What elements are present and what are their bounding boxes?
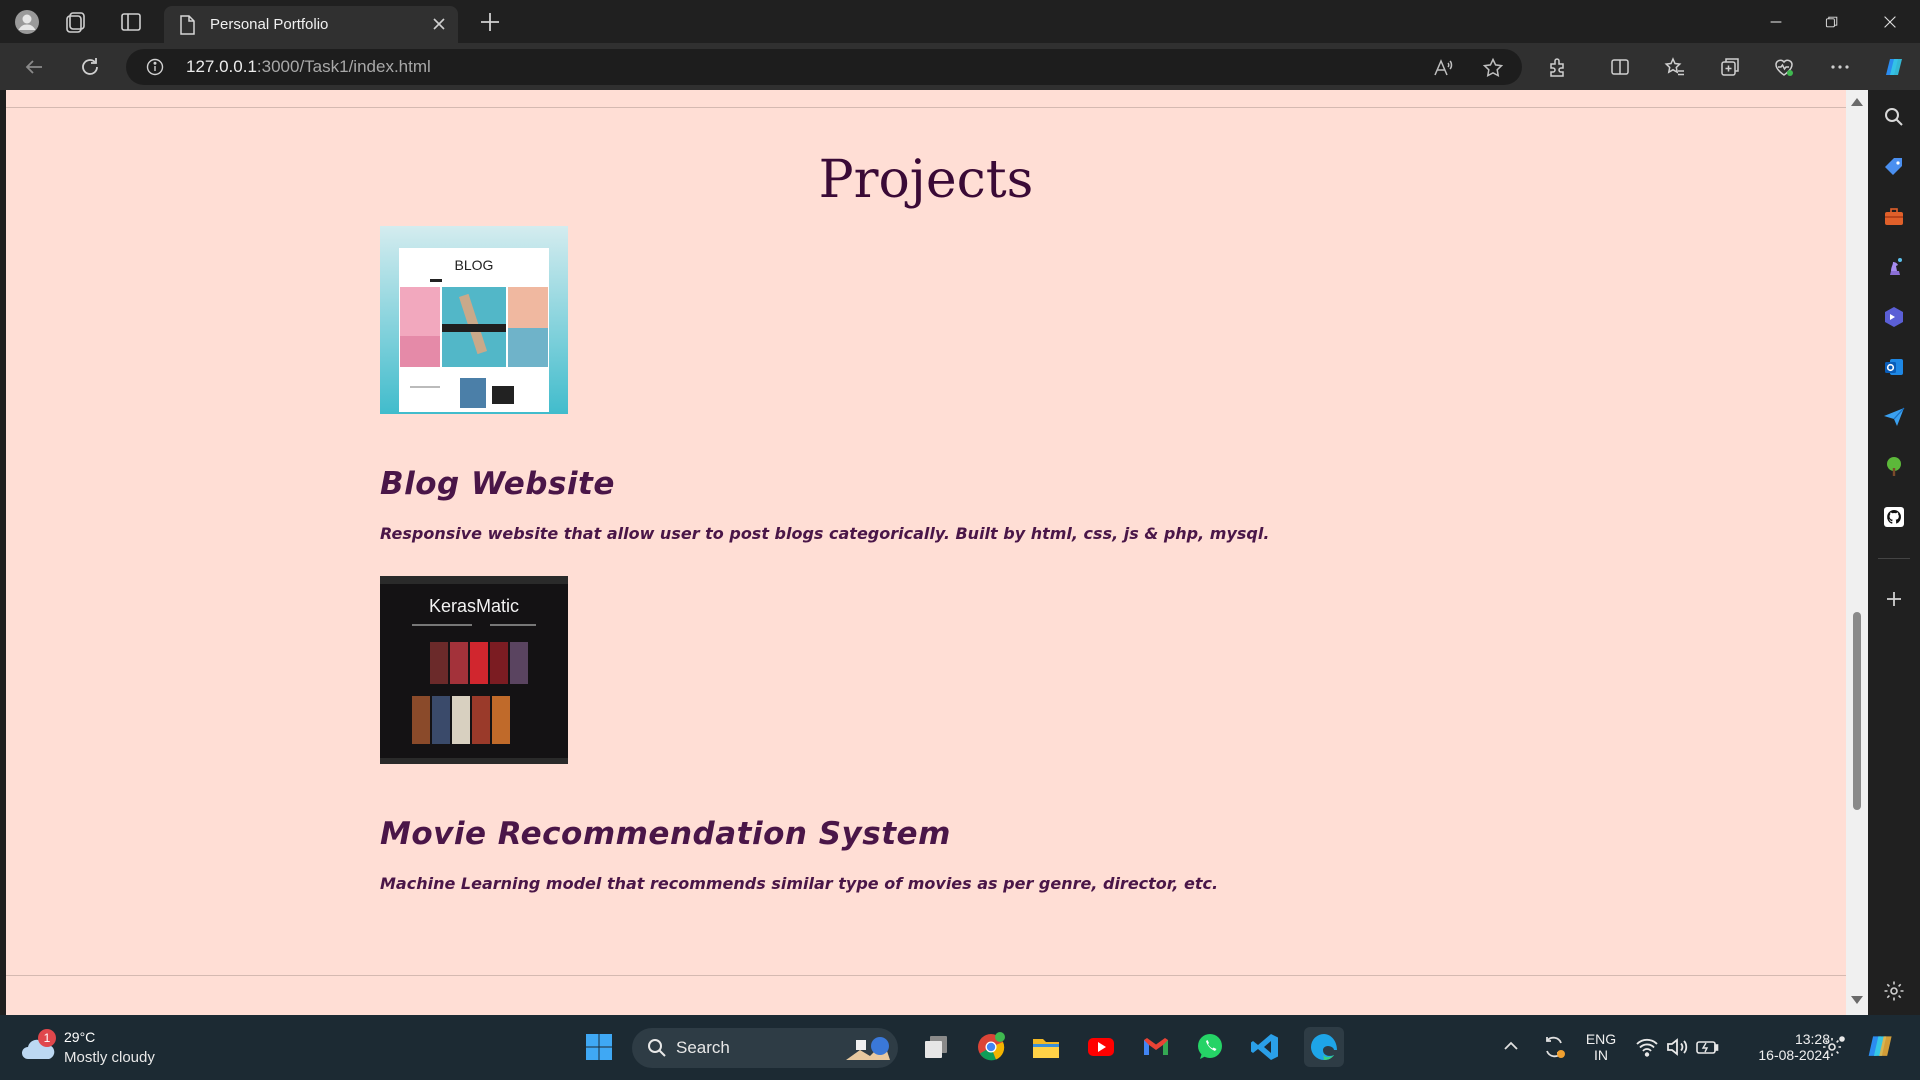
edge-sidebar bbox=[1868, 90, 1920, 1015]
read-aloud-icon[interactable] bbox=[1432, 57, 1454, 79]
windows-taskbar: 1 29°C Mostly cloudy Search ENG IN 13:28… bbox=[0, 1015, 1920, 1080]
tab-title: Personal Portfolio bbox=[210, 16, 329, 33]
sidebar-search-icon[interactable] bbox=[1881, 104, 1907, 130]
tab-personal-portfolio[interactable]: Personal Portfolio bbox=[164, 6, 458, 43]
show-hidden-icons-chevron-icon[interactable] bbox=[1498, 1031, 1524, 1063]
add-sidebar-app-icon[interactable] bbox=[1881, 586, 1907, 612]
vscode-icon[interactable] bbox=[1249, 1031, 1281, 1063]
volume-icon[interactable] bbox=[1664, 1031, 1690, 1063]
scroll-thumb[interactable] bbox=[1853, 612, 1861, 810]
url-host: 127.0.0.1 bbox=[186, 57, 257, 76]
clock-time: 13:28 bbox=[1794, 1031, 1830, 1047]
battery-icon[interactable] bbox=[1694, 1031, 1720, 1063]
project-thumbnail-blog[interactable]: BLOG bbox=[380, 226, 568, 414]
refresh-icon[interactable] bbox=[76, 53, 104, 81]
whatsapp-icon[interactable] bbox=[1194, 1031, 1226, 1063]
close-window-button[interactable] bbox=[1876, 8, 1904, 36]
language-code: ENG bbox=[1585, 1031, 1617, 1047]
address-bar[interactable]: 127.0.0.1:3000/Task1/index.html bbox=[126, 49, 1522, 85]
github-icon[interactable] bbox=[1881, 504, 1907, 530]
project-description: Machine Learning model that recommends s… bbox=[380, 874, 1219, 893]
clock-date: 16-08-2024 bbox=[1758, 1047, 1830, 1063]
browser-essentials-icon[interactable] bbox=[1770, 53, 1798, 81]
profile-avatar-icon[interactable] bbox=[12, 7, 42, 37]
file-explorer-icon[interactable] bbox=[1030, 1031, 1062, 1063]
project-description: Responsive website that allow user to po… bbox=[380, 524, 1270, 543]
tools-briefcase-icon[interactable] bbox=[1881, 204, 1907, 230]
extensions-icon[interactable] bbox=[1544, 53, 1572, 81]
search-icon bbox=[648, 1039, 666, 1057]
gmail-icon[interactable] bbox=[1140, 1031, 1172, 1063]
edge-icon[interactable] bbox=[1304, 1027, 1344, 1067]
bottom-divider bbox=[6, 975, 1846, 976]
outlook-icon[interactable] bbox=[1881, 354, 1907, 380]
weather-temperature: 29°C bbox=[64, 1029, 96, 1045]
favorites-icon[interactable] bbox=[1661, 53, 1689, 81]
shopping-tag-icon[interactable] bbox=[1881, 154, 1907, 180]
workspaces-icon[interactable] bbox=[62, 7, 92, 37]
tree-icon[interactable] bbox=[1881, 454, 1907, 480]
project-title: Blog Website bbox=[380, 466, 615, 502]
chrome-icon[interactable] bbox=[975, 1031, 1007, 1063]
split-screen-icon[interactable] bbox=[1606, 53, 1634, 81]
browser-title-bar: Personal Portfolio bbox=[0, 0, 1920, 43]
weather-badge: 1 bbox=[38, 1029, 56, 1047]
blog-thumb-heading: BLOG bbox=[455, 257, 494, 273]
collections-icon[interactable] bbox=[1716, 53, 1744, 81]
close-tab-icon[interactable] bbox=[430, 15, 448, 33]
sidebar-settings-gear-icon[interactable] bbox=[1881, 978, 1907, 1004]
page-viewport: Projects BLOG Blog Website Responsive we… bbox=[6, 90, 1846, 1015]
favorite-star-icon[interactable] bbox=[1482, 57, 1504, 79]
page-title: Projects bbox=[818, 150, 1034, 210]
start-windows-icon[interactable] bbox=[583, 1031, 615, 1063]
url-text: 127.0.0.1:3000/Task1/index.html bbox=[186, 57, 431, 77]
task-view-icon[interactable] bbox=[920, 1031, 952, 1063]
sync-icon[interactable] bbox=[1540, 1031, 1568, 1063]
youtube-icon[interactable] bbox=[1085, 1031, 1117, 1063]
copilot-hexagon-icon[interactable] bbox=[1881, 304, 1907, 330]
minimize-button[interactable] bbox=[1762, 8, 1790, 36]
top-divider bbox=[6, 107, 1846, 108]
new-tab-icon[interactable] bbox=[478, 10, 502, 34]
wifi-icon[interactable] bbox=[1634, 1031, 1660, 1063]
taskbar-search-box[interactable]: Search bbox=[632, 1028, 898, 1068]
project-thumbnail-kerasmatic[interactable]: KerasMatic bbox=[380, 576, 568, 764]
copilot-taskbar-icon[interactable] bbox=[1864, 1031, 1898, 1063]
browser-toolbar: 127.0.0.1:3000/Task1/index.html bbox=[0, 43, 1920, 90]
more-menu-icon[interactable] bbox=[1826, 53, 1854, 81]
region-code: IN bbox=[1594, 1047, 1608, 1063]
kerasmatic-thumb-heading: KerasMatic bbox=[429, 596, 519, 616]
scroll-up-arrow-icon[interactable] bbox=[1851, 98, 1863, 106]
weather-description: Mostly cloudy bbox=[64, 1049, 155, 1066]
site-info-icon[interactable] bbox=[146, 58, 164, 76]
clock[interactable]: 13:28 16-08-2024 bbox=[1730, 1031, 1830, 1063]
sidebar-divider bbox=[1878, 558, 1910, 559]
page-scrollbar[interactable] bbox=[1846, 90, 1868, 1015]
scroll-down-arrow-icon[interactable] bbox=[1851, 996, 1863, 1004]
language-ime[interactable]: ENG IN bbox=[1576, 1031, 1626, 1063]
tab-actions-icon[interactable] bbox=[116, 7, 146, 37]
copilot-icon[interactable] bbox=[1880, 53, 1908, 81]
project-title: Movie Recommendation System bbox=[380, 816, 951, 852]
search-highlight-illustration-icon bbox=[846, 1037, 890, 1060]
focus-assist-gear-icon[interactable] bbox=[1820, 1031, 1848, 1063]
document-icon bbox=[180, 14, 195, 35]
url-path: :3000/Task1/index.html bbox=[256, 57, 431, 76]
games-chess-icon[interactable] bbox=[1881, 254, 1907, 280]
send-drop-icon[interactable] bbox=[1881, 404, 1907, 430]
weather-cloud-icon[interactable]: 1 bbox=[20, 1029, 58, 1063]
search-label: Search bbox=[676, 1038, 730, 1057]
back-icon[interactable] bbox=[20, 53, 48, 81]
restore-button[interactable] bbox=[1818, 8, 1846, 36]
